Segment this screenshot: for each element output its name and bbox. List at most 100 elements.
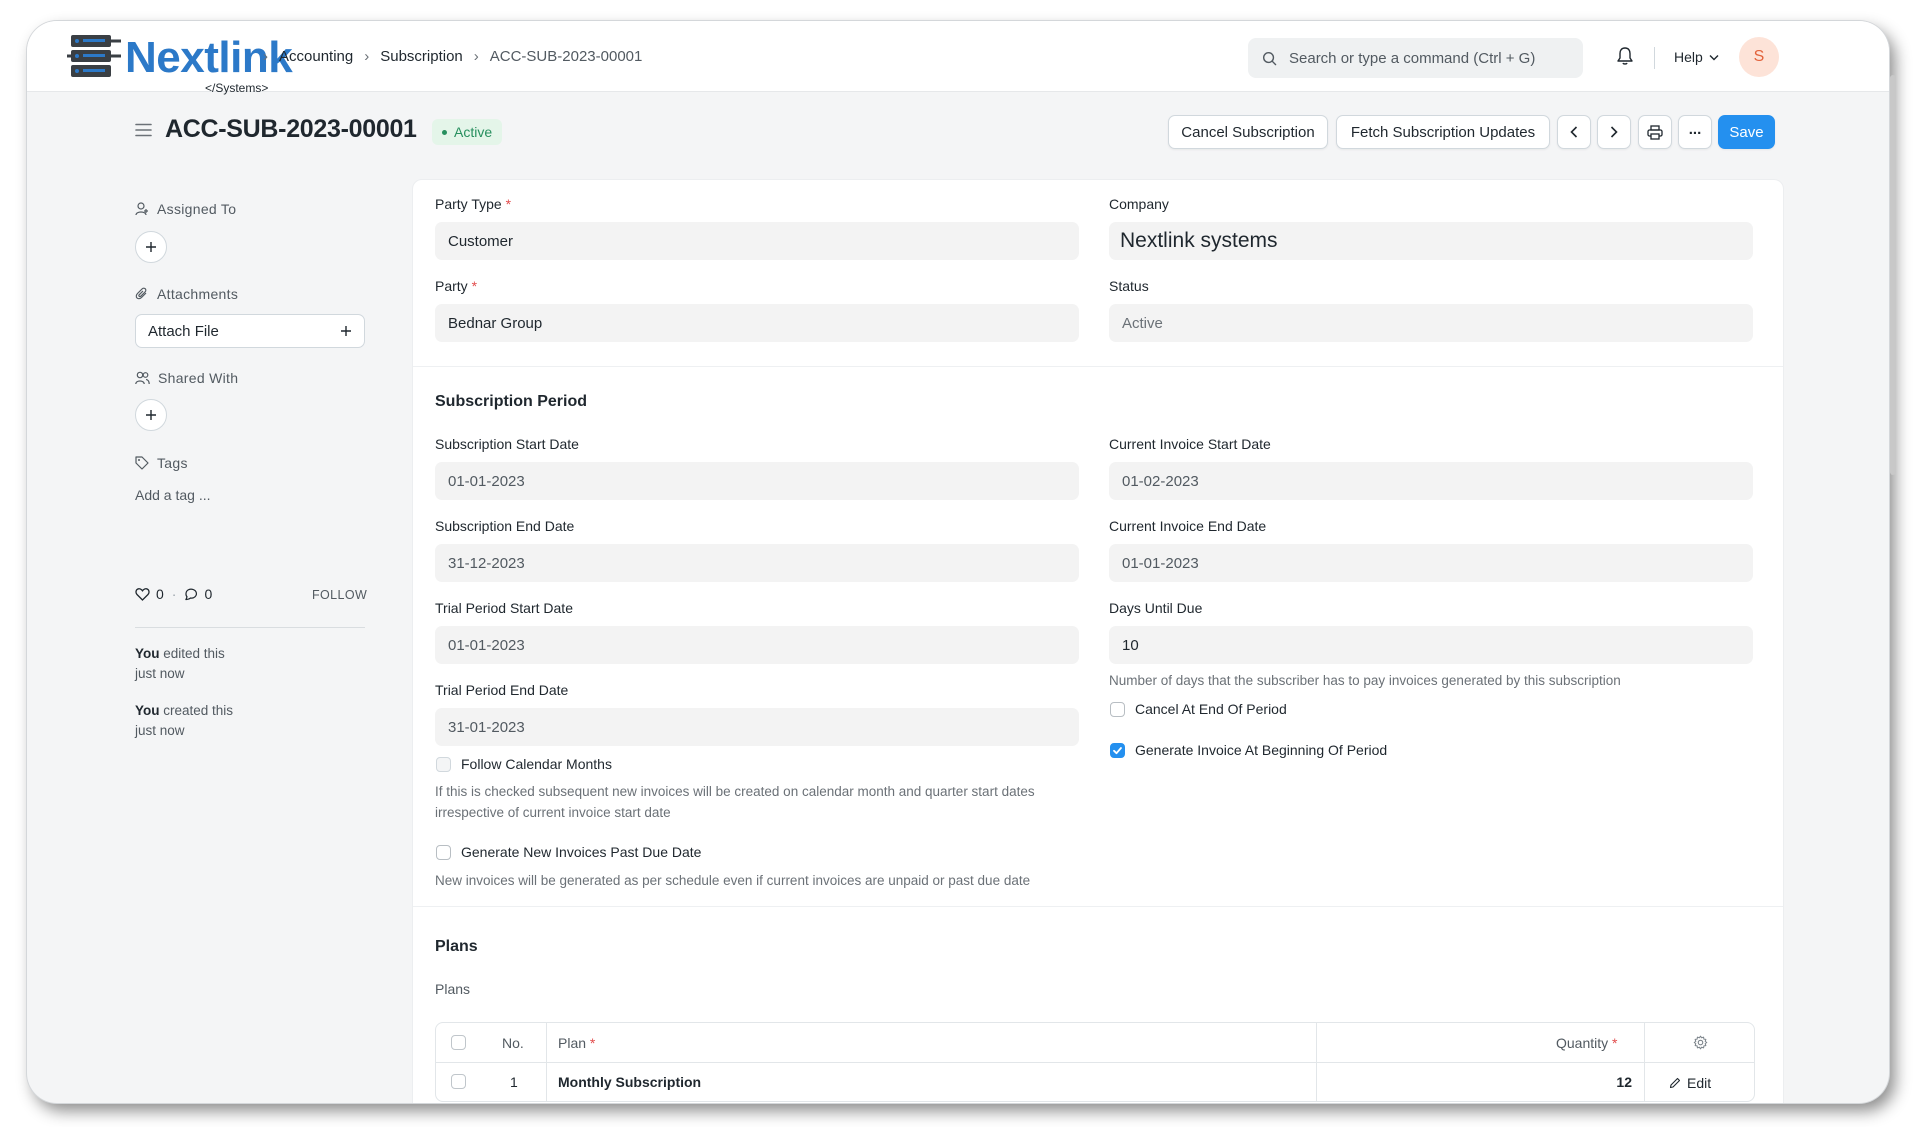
plus-icon <box>341 326 351 336</box>
party-label-text: Party <box>435 278 468 294</box>
generate-at-beginning-checkbox[interactable] <box>1110 743 1125 758</box>
party-field[interactable]: Bednar Group <box>435 304 1079 342</box>
cur-inv-end-field[interactable]: 01-01-2023 <box>1109 544 1753 582</box>
company-field[interactable]: Nextlink systems <box>1109 222 1753 260</box>
company-label: Company <box>1109 196 1169 212</box>
chevron-right-icon <box>1610 126 1618 138</box>
comment-icon[interactable] <box>184 587 198 601</box>
help-label: Help <box>1674 49 1703 65</box>
breadcrumb-subscription[interactable]: Subscription <box>380 48 463 65</box>
plan-header-text: Plan <box>558 1035 587 1051</box>
chevron-right-icon: › <box>263 48 268 65</box>
column-header-plan: Plan * <box>558 1035 596 1051</box>
column-header-quantity: Quantity * <box>1556 1035 1618 1051</box>
printer-icon <box>1647 124 1663 140</box>
cur-inv-start-field[interactable]: 01-02-2023 <box>1109 462 1753 500</box>
heart-icon[interactable] <box>135 587 150 601</box>
users-icon <box>135 371 150 385</box>
print-button[interactable] <box>1638 115 1672 149</box>
page-title: ACC-SUB-2023-00001 <box>165 115 417 143</box>
pencil-icon <box>1669 1077 1681 1089</box>
trial-start-field[interactable]: 01-01-2023 <box>435 626 1079 664</box>
logo[interactable]: Nextlink </Systems> <box>67 33 293 95</box>
server-logo-icon <box>67 35 121 77</box>
fetch-subscription-updates-button[interactable]: Fetch Subscription Updates <box>1336 115 1550 149</box>
generate-at-beginning-label: Generate Invoice At Beginning Of Period <box>1135 742 1388 758</box>
previous-doc-button[interactable] <box>1557 115 1591 149</box>
like-comment-counts: 0 · 0 <box>135 586 212 602</box>
breadcrumb-current[interactable]: ACC-SUB-2023-00001 <box>490 48 643 65</box>
cur-inv-start-label: Current Invoice Start Date <box>1109 436 1271 452</box>
activity-action: edited this <box>159 646 225 661</box>
search-input[interactable]: Search or type a command (Ctrl + G) <box>1289 50 1535 67</box>
days-due-field[interactable]: 10 <box>1109 626 1753 664</box>
generate-past-due-description: New invoices will be generated as per sc… <box>435 873 1031 888</box>
trial-start-label: Trial Period Start Date <box>435 600 573 616</box>
cancel-subscription-button[interactable]: Cancel Subscription <box>1168 115 1328 149</box>
status-label: Status <box>1109 278 1149 294</box>
select-all-checkbox[interactable] <box>451 1035 466 1050</box>
sub-end-field[interactable]: 31-12-2023 <box>435 544 1079 582</box>
sub-start-label: Subscription Start Date <box>435 436 579 452</box>
status-field: Active <box>1109 304 1753 342</box>
column-header-no: No. <box>502 1035 524 1051</box>
subscription-period-heading: Subscription Period <box>435 393 588 410</box>
save-button[interactable]: Save <box>1718 115 1775 149</box>
generate-past-due-checkbox[interactable] <box>436 845 451 860</box>
activity-time: just now <box>135 723 185 738</box>
assigned-to-text: Assigned To <box>157 201 237 217</box>
activity-action: created this <box>159 703 234 718</box>
days-due-description: Number of days that the subscriber has t… <box>1109 673 1621 688</box>
sidebar-toggle-icon[interactable] <box>135 123 152 137</box>
add-assignee-button[interactable] <box>135 231 167 263</box>
table-header-divider <box>436 1062 1754 1063</box>
activity-time: just now <box>135 666 185 681</box>
navbar: Nextlink </Systems> › Accounting › Subsc… <box>27 21 1889 95</box>
party-label: Party * <box>435 278 478 294</box>
avatar[interactable]: S <box>1739 37 1779 77</box>
more-options-button[interactable]: ... <box>1678 115 1712 149</box>
status-dot <box>442 129 447 135</box>
status-badge-label: Active <box>454 124 493 140</box>
section-divider <box>413 366 1783 367</box>
attach-file-label: Attach File <box>148 322 219 340</box>
row-plan[interactable]: Monthly Subscription <box>558 1074 701 1090</box>
add-tag-link[interactable]: Add a tag ... <box>135 487 211 503</box>
bell-icon[interactable] <box>1616 46 1634 66</box>
breadcrumb-accounting[interactable]: Accounting <box>279 48 353 65</box>
attach-file-button[interactable]: Attach File <box>135 314 365 348</box>
row-edit-button[interactable]: Edit <box>1669 1075 1711 1091</box>
sidebar-divider <box>135 627 365 628</box>
activity-item: You edited this just now <box>135 644 225 684</box>
cancel-at-end-checkbox[interactable] <box>1110 702 1125 717</box>
section-divider <box>413 906 1783 907</box>
navbar-divider <box>1654 47 1655 69</box>
row-select-checkbox[interactable] <box>451 1074 466 1089</box>
gear-icon[interactable] <box>1693 1035 1708 1050</box>
activity-user: You <box>135 703 160 718</box>
search-icon <box>1262 51 1277 65</box>
party-type-field[interactable]: Customer <box>435 222 1079 260</box>
tags-text: Tags <box>157 455 188 471</box>
tags-label: Tags <box>135 455 188 471</box>
breadcrumb: › Accounting › Subscription › ACC-SUB-20… <box>263 48 643 65</box>
activity-item: You created this just now <box>135 701 233 741</box>
days-due-label: Days Until Due <box>1109 600 1203 616</box>
window-scrollbar[interactable] <box>1890 75 1896 475</box>
cur-inv-end-label: Current Invoice End Date <box>1109 518 1267 534</box>
add-share-button[interactable] <box>135 399 167 431</box>
help-dropdown[interactable]: Help <box>1674 49 1719 65</box>
like-count: 0 <box>156 586 164 602</box>
party-type-label-text: Party Type <box>435 196 502 212</box>
follow-button[interactable]: FOLLOW <box>312 588 367 602</box>
plans-label: Plans <box>435 981 471 997</box>
status-badge: Active <box>432 119 503 145</box>
next-doc-button[interactable] <box>1597 115 1631 149</box>
trial-end-field[interactable]: 31-01-2023 <box>435 708 1079 746</box>
follow-calendar-checkbox[interactable] <box>436 757 451 772</box>
activity-user: You <box>135 646 160 661</box>
sub-start-field[interactable]: 01-01-2023 <box>435 462 1079 500</box>
row-quantity[interactable]: 12 <box>1596 1074 1632 1090</box>
plans-heading: Plans <box>435 938 478 955</box>
search-bar[interactable]: Search or type a command (Ctrl + G) <box>1248 38 1583 78</box>
